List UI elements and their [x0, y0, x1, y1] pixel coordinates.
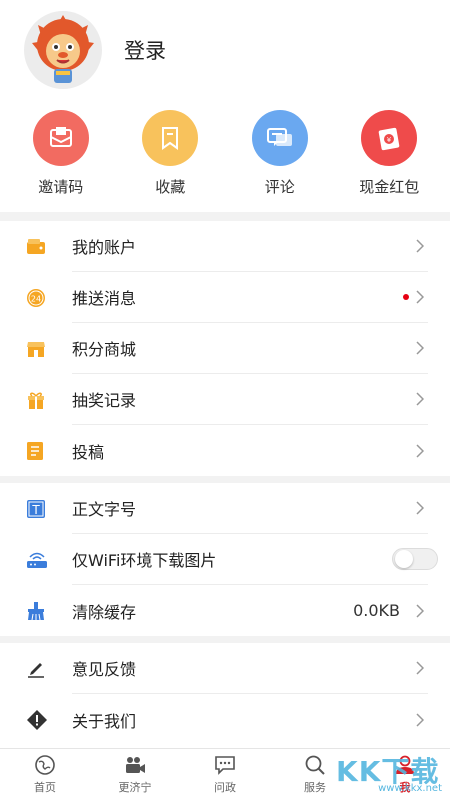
- toggle-knob: [395, 550, 413, 568]
- menu-item-label: 投稿: [72, 442, 105, 462]
- chat-icon: [251, 110, 308, 166]
- chevron-right-icon: [412, 341, 428, 355]
- font-size-icon: T: [27, 499, 45, 518]
- menu-item-submit-article[interactable]: 投稿: [0, 425, 450, 476]
- menu-item-clear-cache[interactable]: 清除缓存 0.0KB: [0, 585, 450, 636]
- pencil-icon: [28, 662, 44, 678]
- tab-home[interactable]: 首页: [0, 749, 90, 800]
- menu-item-font-size[interactable]: T 正文字号: [0, 483, 450, 534]
- menu-item-label: 正文字号: [72, 500, 137, 519]
- menu-item-push-messages[interactable]: 24 推送消息: [0, 272, 450, 323]
- search-icon: [305, 755, 325, 775]
- section-divider: [0, 476, 450, 483]
- chevron-right-icon: [412, 290, 428, 304]
- unread-dot: [403, 294, 409, 300]
- comments-label: 评论: [264, 178, 295, 196]
- wifi-router-icon: [27, 552, 47, 568]
- menu-group-settings: T 正文字号 仅WiFi环境下载图片 清除缓存 0.0KB: [0, 483, 450, 636]
- wifi-only-toggle[interactable]: [392, 548, 438, 570]
- section-divider: [0, 212, 450, 221]
- menu-item-wifi-only-images: 仅WiFi环境下载图片: [0, 534, 450, 585]
- tab-inquiry[interactable]: 问政: [180, 749, 270, 800]
- section-divider: [0, 636, 450, 643]
- tab-more-jining[interactable]: 更济宁: [90, 749, 180, 800]
- invite-code-button[interactable]: 邀请码: [11, 110, 111, 212]
- tab-label: 我: [399, 781, 411, 794]
- menu-group-about: 意见反馈 关于我们: [0, 643, 450, 745]
- menu-item-lottery-records[interactable]: 抽奖记录: [0, 374, 450, 425]
- profile-header: 登录: [0, 0, 450, 100]
- menu-item-label: 积分商城: [72, 340, 137, 359]
- avatar[interactable]: [24, 11, 102, 89]
- chevron-right-icon: [412, 392, 428, 406]
- menu-item-label: 清除缓存: [72, 602, 137, 622]
- info-diamond-icon: [27, 709, 47, 730]
- shop-icon: [27, 341, 45, 357]
- menu-item-my-account[interactable]: 我的账户: [0, 221, 450, 272]
- menu-item-label: 推送消息: [72, 289, 137, 308]
- cash-red-packet-label: 现金红包: [359, 178, 420, 196]
- broom-icon: [28, 601, 44, 620]
- menu-item-about-us[interactable]: 关于我们: [0, 694, 450, 745]
- chevron-right-icon: [412, 603, 428, 618]
- tab-services[interactable]: 服务: [270, 749, 360, 800]
- bookmark-icon: [142, 110, 199, 166]
- quick-actions: 邀请码 收藏 评论 ¥ 现金红包: [0, 100, 450, 212]
- message-icon: [215, 756, 235, 775]
- cache-size-value: 0.0KB: [353, 601, 400, 620]
- chevron-right-icon: [412, 712, 428, 727]
- tab-label: 更济宁: [118, 781, 152, 794]
- lion-mascot-icon: [32, 15, 94, 83]
- menu-item-label: 我的账户: [72, 238, 137, 257]
- svg-text:¥: ¥: [387, 136, 392, 144]
- chevron-right-icon: [412, 501, 428, 515]
- video-camera-icon: [126, 757, 145, 773]
- red-packet-icon: ¥: [361, 110, 418, 166]
- favorites-label: 收藏: [155, 178, 186, 196]
- gift-icon: [28, 392, 44, 409]
- login-link[interactable]: 登录: [124, 35, 166, 65]
- chevron-right-icon: [412, 661, 428, 675]
- cash-red-packet-button[interactable]: ¥ 现金红包: [339, 110, 439, 212]
- tab-me[interactable]: 我: [360, 749, 450, 800]
- tab-label: 服务: [304, 781, 326, 794]
- person-icon: [396, 755, 414, 774]
- menu-item-label: 抽奖记录: [72, 391, 137, 410]
- tab-label: 首页: [34, 781, 56, 794]
- chevron-right-icon: [412, 443, 428, 458]
- envelope-icon: [32, 110, 89, 166]
- menu-item-feedback[interactable]: 意见反馈: [0, 643, 450, 694]
- chevron-right-icon: [412, 239, 428, 253]
- invite-code-label: 邀请码: [38, 178, 84, 196]
- tab-label: 问政: [214, 781, 236, 794]
- svg-text:T: T: [31, 503, 40, 517]
- wallet-icon: [27, 238, 45, 254]
- menu-item-label: 关于我们: [72, 711, 137, 731]
- menu-group-account: 我的账户 24 推送消息 积分商城 抽奖记录 投稿: [0, 221, 450, 476]
- menu-item-points-mall[interactable]: 积分商城: [0, 323, 450, 374]
- push-24-icon: 24: [27, 288, 45, 307]
- comments-button[interactable]: 评论: [230, 110, 330, 212]
- menu-item-label: 意见反馈: [72, 660, 137, 679]
- menu-item-label: 仅WiFi环境下载图片: [72, 551, 217, 570]
- globe-icon: [35, 755, 55, 775]
- svg-text:24: 24: [31, 294, 41, 303]
- notebook-icon: [27, 441, 43, 460]
- bottom-tab-bar: 首页 更济宁 问政 服务 我: [0, 748, 450, 800]
- favorites-button[interactable]: 收藏: [120, 110, 220, 212]
